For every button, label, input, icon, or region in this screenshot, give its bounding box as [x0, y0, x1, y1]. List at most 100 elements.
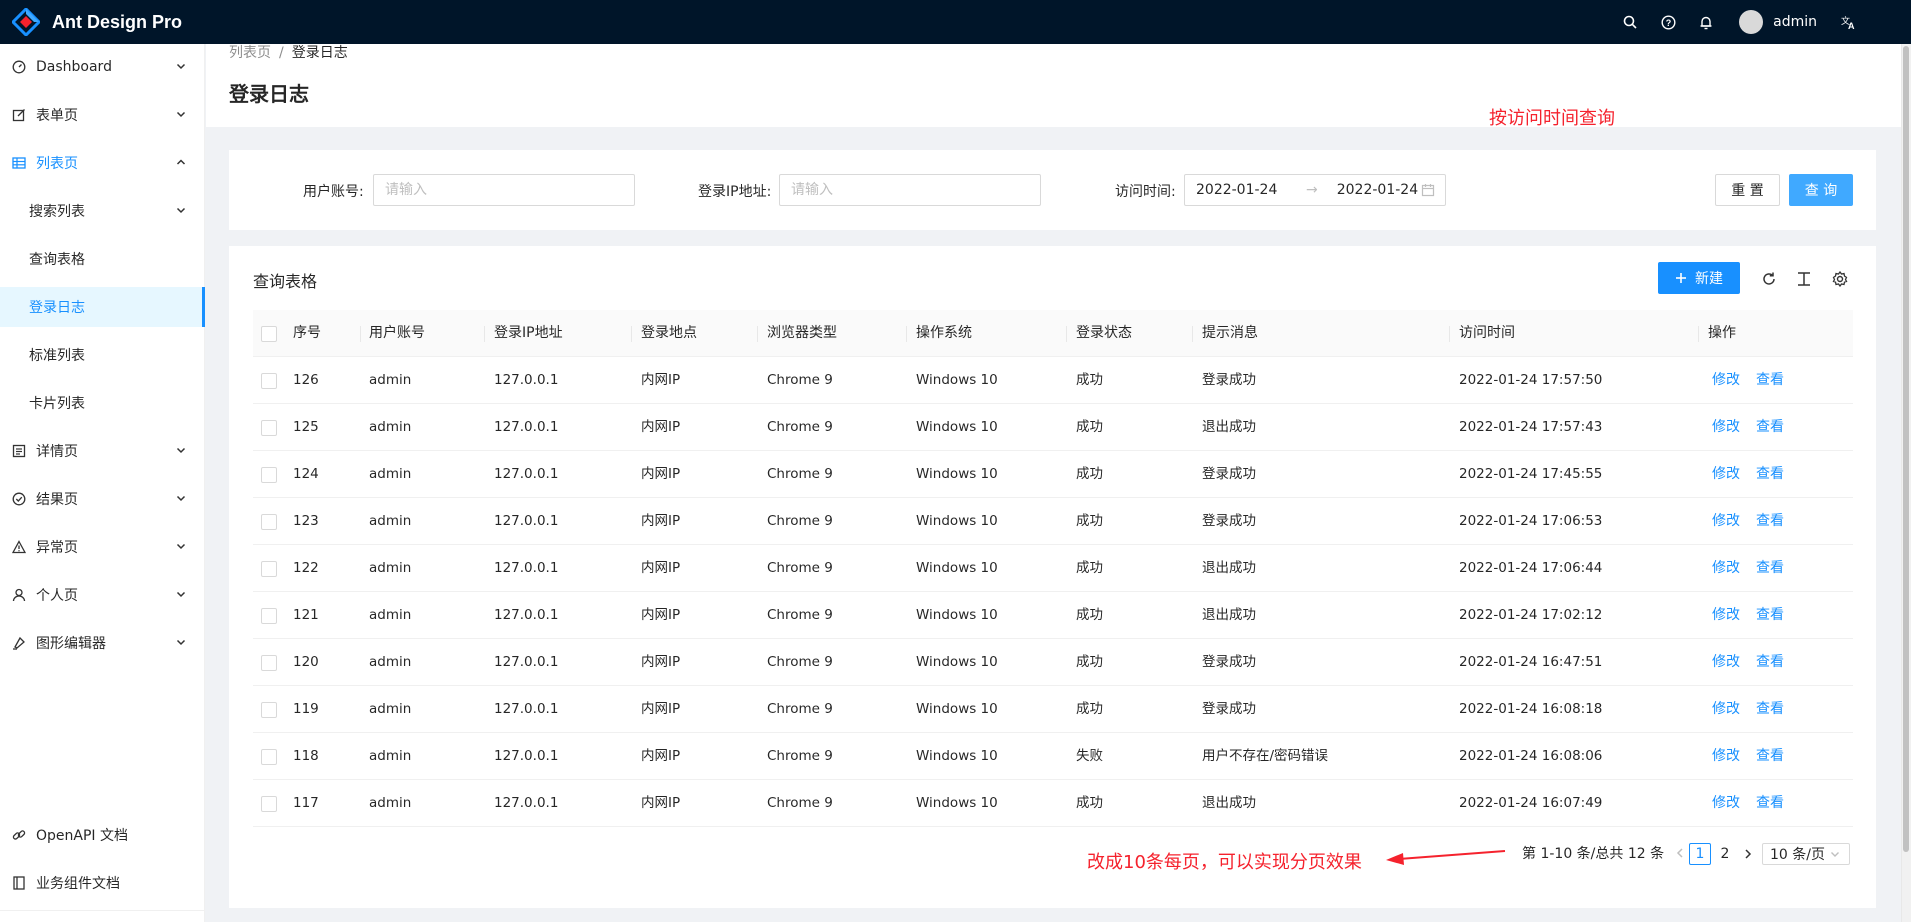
table-cell: 2022-01-24 17:45:55: [1459, 466, 1603, 482]
table-cell: 退出成功: [1202, 795, 1256, 811]
scrollbar-thumb[interactable]: [1903, 46, 1909, 852]
view-link[interactable]: 查看: [1756, 733, 1784, 780]
pagination-page-1[interactable]: 1: [1689, 843, 1711, 865]
chevron-down-icon: [176, 495, 186, 502]
reload-icon[interactable]: [1760, 270, 1778, 288]
chevron-down-icon: [176, 207, 186, 214]
table-cell: Chrome 9: [767, 372, 833, 388]
sidebar-item-label: 异常页: [36, 540, 78, 556]
edit-link[interactable]: 修改: [1712, 357, 1740, 404]
row-checkbox[interactable]: [261, 655, 277, 671]
row-checkbox[interactable]: [261, 514, 277, 530]
sidebar-item-list[interactable]: 列表页: [0, 143, 205, 183]
edit-link[interactable]: 修改: [1712, 451, 1740, 498]
ip-input[interactable]: 请输入: [779, 174, 1041, 206]
sidebar-item-search-list[interactable]: 搜索列表: [0, 191, 205, 231]
query-button[interactable]: 查 询: [1789, 174, 1853, 206]
search-icon[interactable]: [1611, 0, 1649, 44]
table-cell: Chrome 9: [767, 607, 833, 623]
pagination-prev[interactable]: [1674, 843, 1690, 863]
sidebar-item-exception[interactable]: 异常页: [0, 527, 205, 567]
row-checkbox[interactable]: [261, 608, 277, 624]
table-cell: 内网IP: [641, 419, 681, 435]
question-icon[interactable]: ?: [1649, 0, 1687, 44]
sidebar-item-editor[interactable]: 图形编辑器: [0, 623, 205, 663]
edit-link[interactable]: 修改: [1712, 498, 1740, 545]
date-range-picker[interactable]: 2022-01-24 → 2022-01-24: [1184, 174, 1446, 206]
pagination-next[interactable]: [1739, 843, 1757, 865]
sidebar-item-profile[interactable]: 详情页: [0, 431, 205, 471]
edit-link[interactable]: 修改: [1712, 592, 1740, 639]
row-checkbox[interactable]: [261, 561, 277, 577]
sidebar-item-form[interactable]: 表单页: [0, 95, 205, 135]
edit-link[interactable]: 修改: [1712, 686, 1740, 733]
sidebar-item-standard-list[interactable]: 标准列表: [0, 335, 205, 375]
row-checkbox[interactable]: [261, 749, 277, 765]
table-cell: 123: [293, 513, 319, 529]
view-link[interactable]: 查看: [1756, 451, 1784, 498]
view-link[interactable]: 查看: [1756, 592, 1784, 639]
row-checkbox[interactable]: [261, 702, 277, 718]
column-header[interactable]: 操作: [1708, 310, 1736, 357]
edit-link[interactable]: 修改: [1712, 404, 1740, 451]
sidebar-item-result[interactable]: 结果页: [0, 479, 205, 519]
pagination-page-2[interactable]: 2: [1714, 843, 1736, 865]
view-link[interactable]: 查看: [1756, 404, 1784, 451]
density-icon[interactable]: [1795, 270, 1813, 288]
table-cell: Chrome 9: [767, 795, 833, 811]
sidebar-item-label: 标准列表: [29, 348, 85, 364]
row-checkbox[interactable]: [261, 467, 277, 483]
select-all-checkbox[interactable]: [261, 326, 277, 342]
edit-link[interactable]: 修改: [1712, 545, 1740, 592]
table-cell: admin: [369, 466, 412, 482]
column-header[interactable]: 登录地点: [641, 310, 697, 357]
column-header[interactable]: 序号: [293, 310, 321, 357]
column-header[interactable]: 提示消息: [1202, 310, 1258, 357]
table-cell: admin: [369, 560, 412, 576]
view-link[interactable]: 查看: [1756, 780, 1784, 827]
row-checkbox[interactable]: [261, 796, 277, 812]
column-header[interactable]: 操作系统: [916, 310, 972, 357]
edit-link[interactable]: 修改: [1712, 733, 1740, 780]
sidebar-link-openapi[interactable]: OpenAPI 文档: [0, 815, 205, 855]
bell-icon[interactable]: [1687, 0, 1725, 44]
column-divider: [1698, 326, 1699, 342]
table-cell: 126: [293, 372, 319, 388]
plus-icon: [1676, 273, 1686, 283]
translate-icon[interactable]: 文A: [1829, 0, 1867, 44]
column-header[interactable]: 浏览器类型: [767, 310, 837, 357]
logo[interactable]: Ant Design Pro: [12, 8, 182, 36]
page-size-select[interactable]: 10 条/页: [1762, 843, 1850, 865]
breadcrumb-parent[interactable]: 列表页: [229, 45, 271, 61]
new-button[interactable]: 新建: [1658, 262, 1740, 294]
column-header[interactable]: 访问时间: [1459, 310, 1515, 357]
user-menu[interactable]: admin: [1739, 10, 1817, 34]
sidebar-item-login-log[interactable]: 登录日志: [0, 287, 205, 327]
row-checkbox[interactable]: [261, 420, 277, 436]
sidebar-item-dashboard[interactable]: Dashboard: [0, 47, 205, 87]
view-link[interactable]: 查看: [1756, 639, 1784, 686]
view-link[interactable]: 查看: [1756, 545, 1784, 592]
range-arrow-icon: →: [1306, 182, 1318, 198]
setting-icon[interactable]: [1831, 270, 1849, 288]
view-link[interactable]: 查看: [1756, 686, 1784, 733]
reset-button[interactable]: 重 置: [1715, 174, 1780, 206]
edit-link[interactable]: 修改: [1712, 639, 1740, 686]
column-header[interactable]: 用户账号: [369, 310, 425, 357]
edit-link[interactable]: 修改: [1712, 780, 1740, 827]
view-link[interactable]: 查看: [1756, 357, 1784, 404]
sidebar-item-query-table[interactable]: 查询表格: [0, 239, 205, 279]
sidebar-item-account[interactable]: 个人页: [0, 575, 205, 615]
row-checkbox[interactable]: [261, 373, 277, 389]
annotation-pagination: 改成10条每页，可以实现分页效果: [1087, 852, 1362, 873]
table-cell: 127.0.0.1: [494, 607, 559, 623]
user-icon: [12, 588, 26, 602]
column-header[interactable]: 登录IP地址: [494, 310, 563, 357]
start-date[interactable]: 2022-01-24: [1196, 182, 1296, 198]
sidebar-item-card-list[interactable]: 卡片列表: [0, 383, 205, 423]
column-header[interactable]: 登录状态: [1076, 310, 1132, 357]
table-cell: 2022-01-24 16:07:49: [1459, 795, 1603, 811]
account-input[interactable]: 请输入: [373, 174, 635, 206]
sidebar-link-component-docs[interactable]: 业务组件文档: [0, 863, 205, 903]
view-link[interactable]: 查看: [1756, 498, 1784, 545]
